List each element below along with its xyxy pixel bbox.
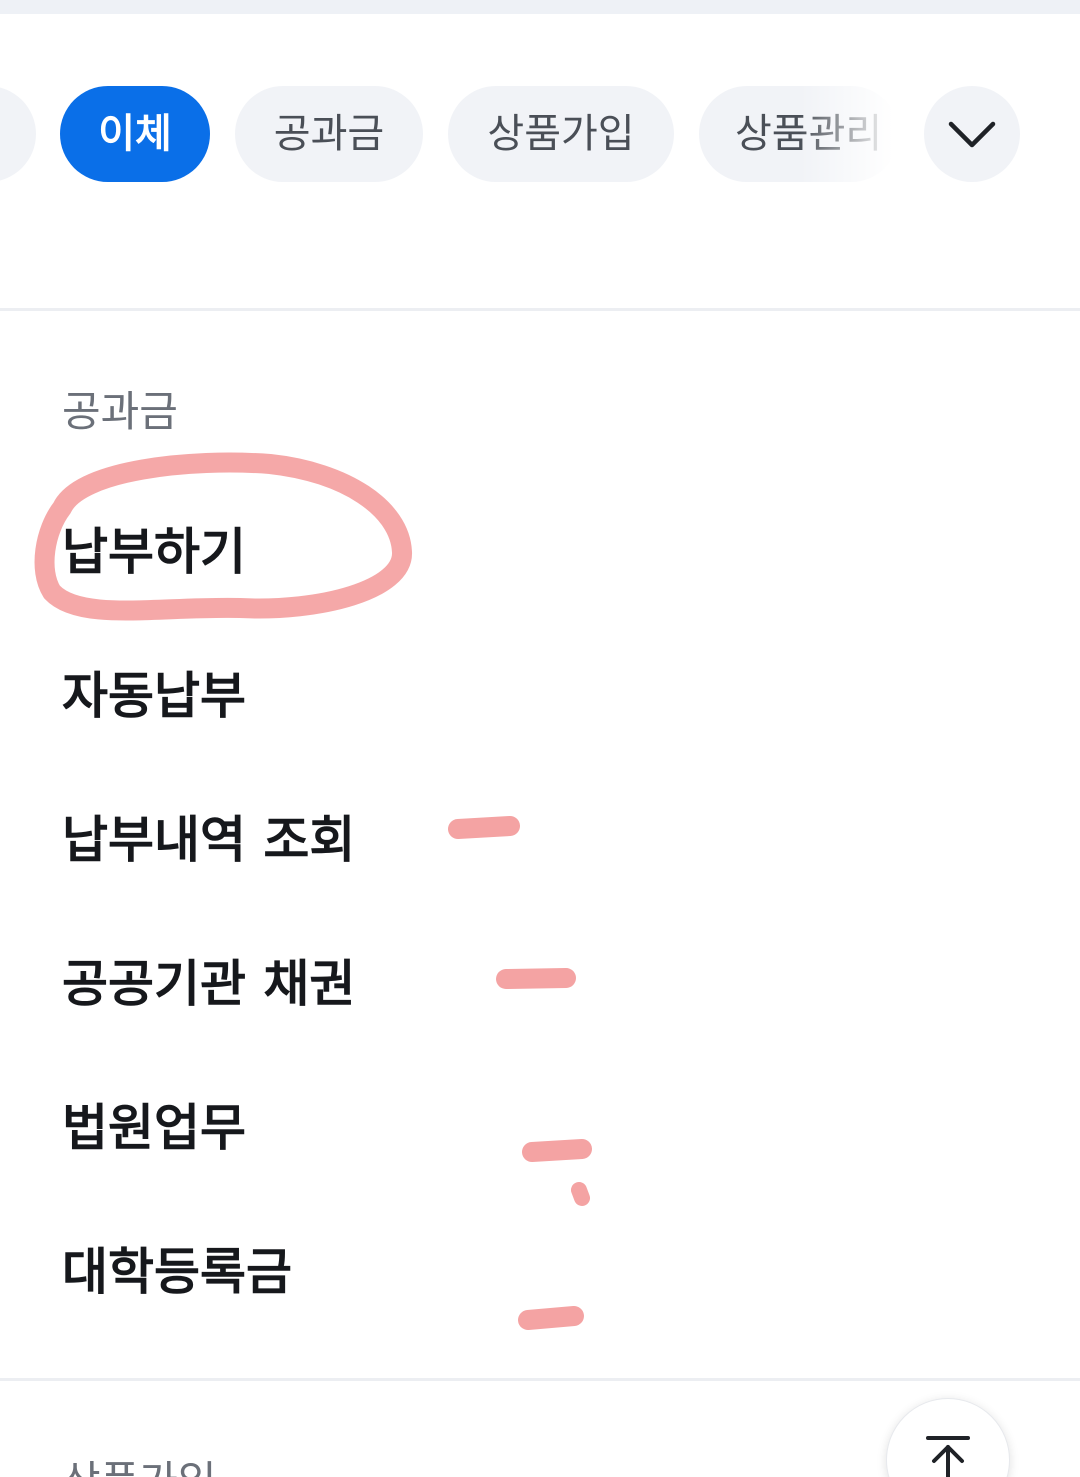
annotation-dash bbox=[518, 1306, 584, 1330]
tab-partial-left[interactable] bbox=[0, 86, 36, 182]
annotation-dash bbox=[496, 968, 576, 989]
arrow-up-to-top-icon bbox=[926, 1436, 970, 1477]
section-divider bbox=[0, 1378, 1080, 1381]
menu-item-payment-history[interactable]: 납부내역 조회 bbox=[62, 805, 355, 875]
top-strip bbox=[0, 0, 1080, 14]
scroll-to-top-button[interactable] bbox=[886, 1398, 1010, 1477]
section-title-utilities: 공과금 bbox=[62, 387, 178, 436]
menu-item-court-services[interactable]: 법원업무 bbox=[62, 1093, 246, 1163]
menu-item-auto-pay[interactable]: 자동납부 bbox=[62, 661, 246, 731]
section-title-product-signup: 상품가입 bbox=[62, 1452, 217, 1477]
menu-item-university-tuition[interactable]: 대학등록금 bbox=[62, 1237, 292, 1307]
page: 이체 공과금 상품가입 상품관리 공과금 납부하기 자동납부 납부내역 조회 공… bbox=[0, 0, 1080, 1477]
tab-product-management[interactable]: 상품관리 bbox=[699, 86, 899, 182]
chevron-down-icon bbox=[948, 121, 996, 148]
annotation-dot bbox=[571, 1182, 590, 1206]
menu-item-pay[interactable]: 납부하기 bbox=[62, 517, 246, 587]
annotation-dash bbox=[522, 1139, 592, 1162]
menu-item-public-bonds[interactable]: 공공기관 채권 bbox=[62, 949, 355, 1019]
section-divider bbox=[0, 308, 1080, 311]
tab-utilities[interactable]: 공과금 bbox=[235, 86, 423, 182]
annotation-dash bbox=[448, 816, 520, 839]
category-tab-bar: 이체 공과금 상품가입 상품관리 bbox=[0, 86, 1080, 182]
tab-product-signup[interactable]: 상품가입 bbox=[448, 86, 674, 182]
expand-tabs-button[interactable] bbox=[924, 86, 1020, 182]
tab-transfer[interactable]: 이체 bbox=[60, 86, 210, 182]
